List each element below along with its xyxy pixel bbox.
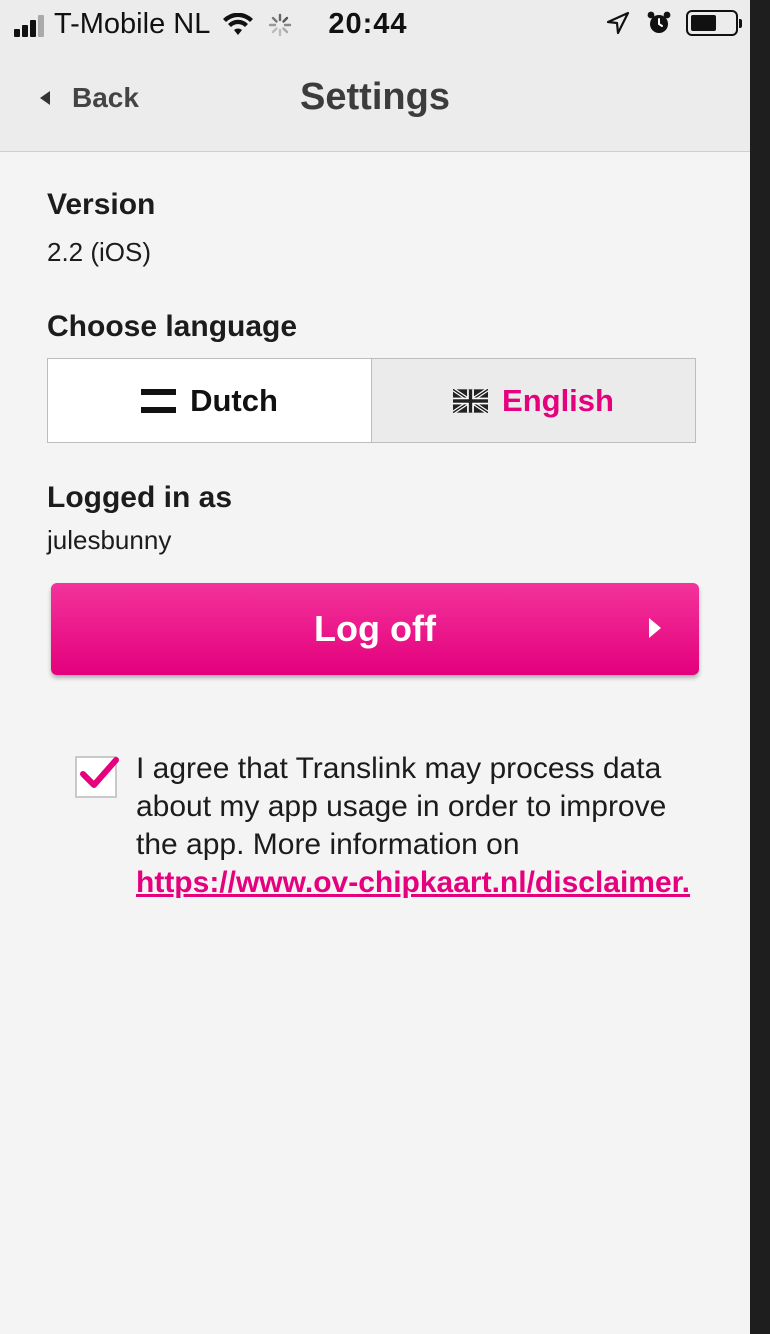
device-edge: [750, 0, 770, 1334]
status-bar-left: T-Mobile NL 20:44: [14, 8, 408, 41]
app-screen: T-Mobile NL 20:44 Back Settings Version …: [0, 0, 750, 1334]
chevron-right-icon: [649, 618, 661, 638]
page-title: Settings: [300, 76, 450, 118]
language-segmented-control: Dutch English: [47, 358, 696, 443]
status-bar-right: [606, 10, 742, 36]
checkmark-icon: [80, 757, 119, 788]
status-bar: T-Mobile NL 20:44: [0, 0, 750, 52]
version-value: 2.2 (iOS): [47, 237, 152, 267]
location-arrow-icon: [606, 11, 630, 35]
flag-netherlands-icon: [141, 388, 177, 413]
status-time: 20:44: [328, 8, 408, 40]
username: julesbunny: [47, 525, 172, 555]
logged-in-heading: Logged in as: [47, 481, 233, 514]
wifi-icon: [223, 12, 254, 35]
language-option-label: Dutch: [190, 382, 278, 418]
language-option-english[interactable]: English: [372, 359, 695, 442]
consent-text: I agree that Translink may process data …: [136, 752, 667, 861]
log-off-label: Log off: [314, 608, 436, 649]
battery-fill: [691, 15, 717, 31]
consent-checkbox[interactable]: [75, 756, 119, 798]
disclaimer-link[interactable]: https://www.ov-chipkaart.nl/disclaimer.: [136, 866, 690, 899]
carrier-name: T-Mobile NL: [54, 8, 211, 40]
battery-icon: [686, 10, 742, 36]
language-option-dutch[interactable]: Dutch: [48, 359, 372, 442]
language-option-label: English: [502, 382, 614, 418]
flag-uk-icon: [453, 388, 489, 413]
loading-spinner-icon: [269, 13, 292, 36]
version-heading: Version: [47, 188, 156, 221]
consent-text-block: I agree that Translink may process data …: [136, 750, 716, 902]
navigation-bar: Back Settings: [0, 52, 750, 152]
language-heading: Choose language: [47, 310, 298, 343]
alarm-clock-icon: [647, 11, 671, 33]
log-off-button[interactable]: Log off: [51, 583, 699, 675]
signal-bars-icon: [14, 13, 46, 37]
